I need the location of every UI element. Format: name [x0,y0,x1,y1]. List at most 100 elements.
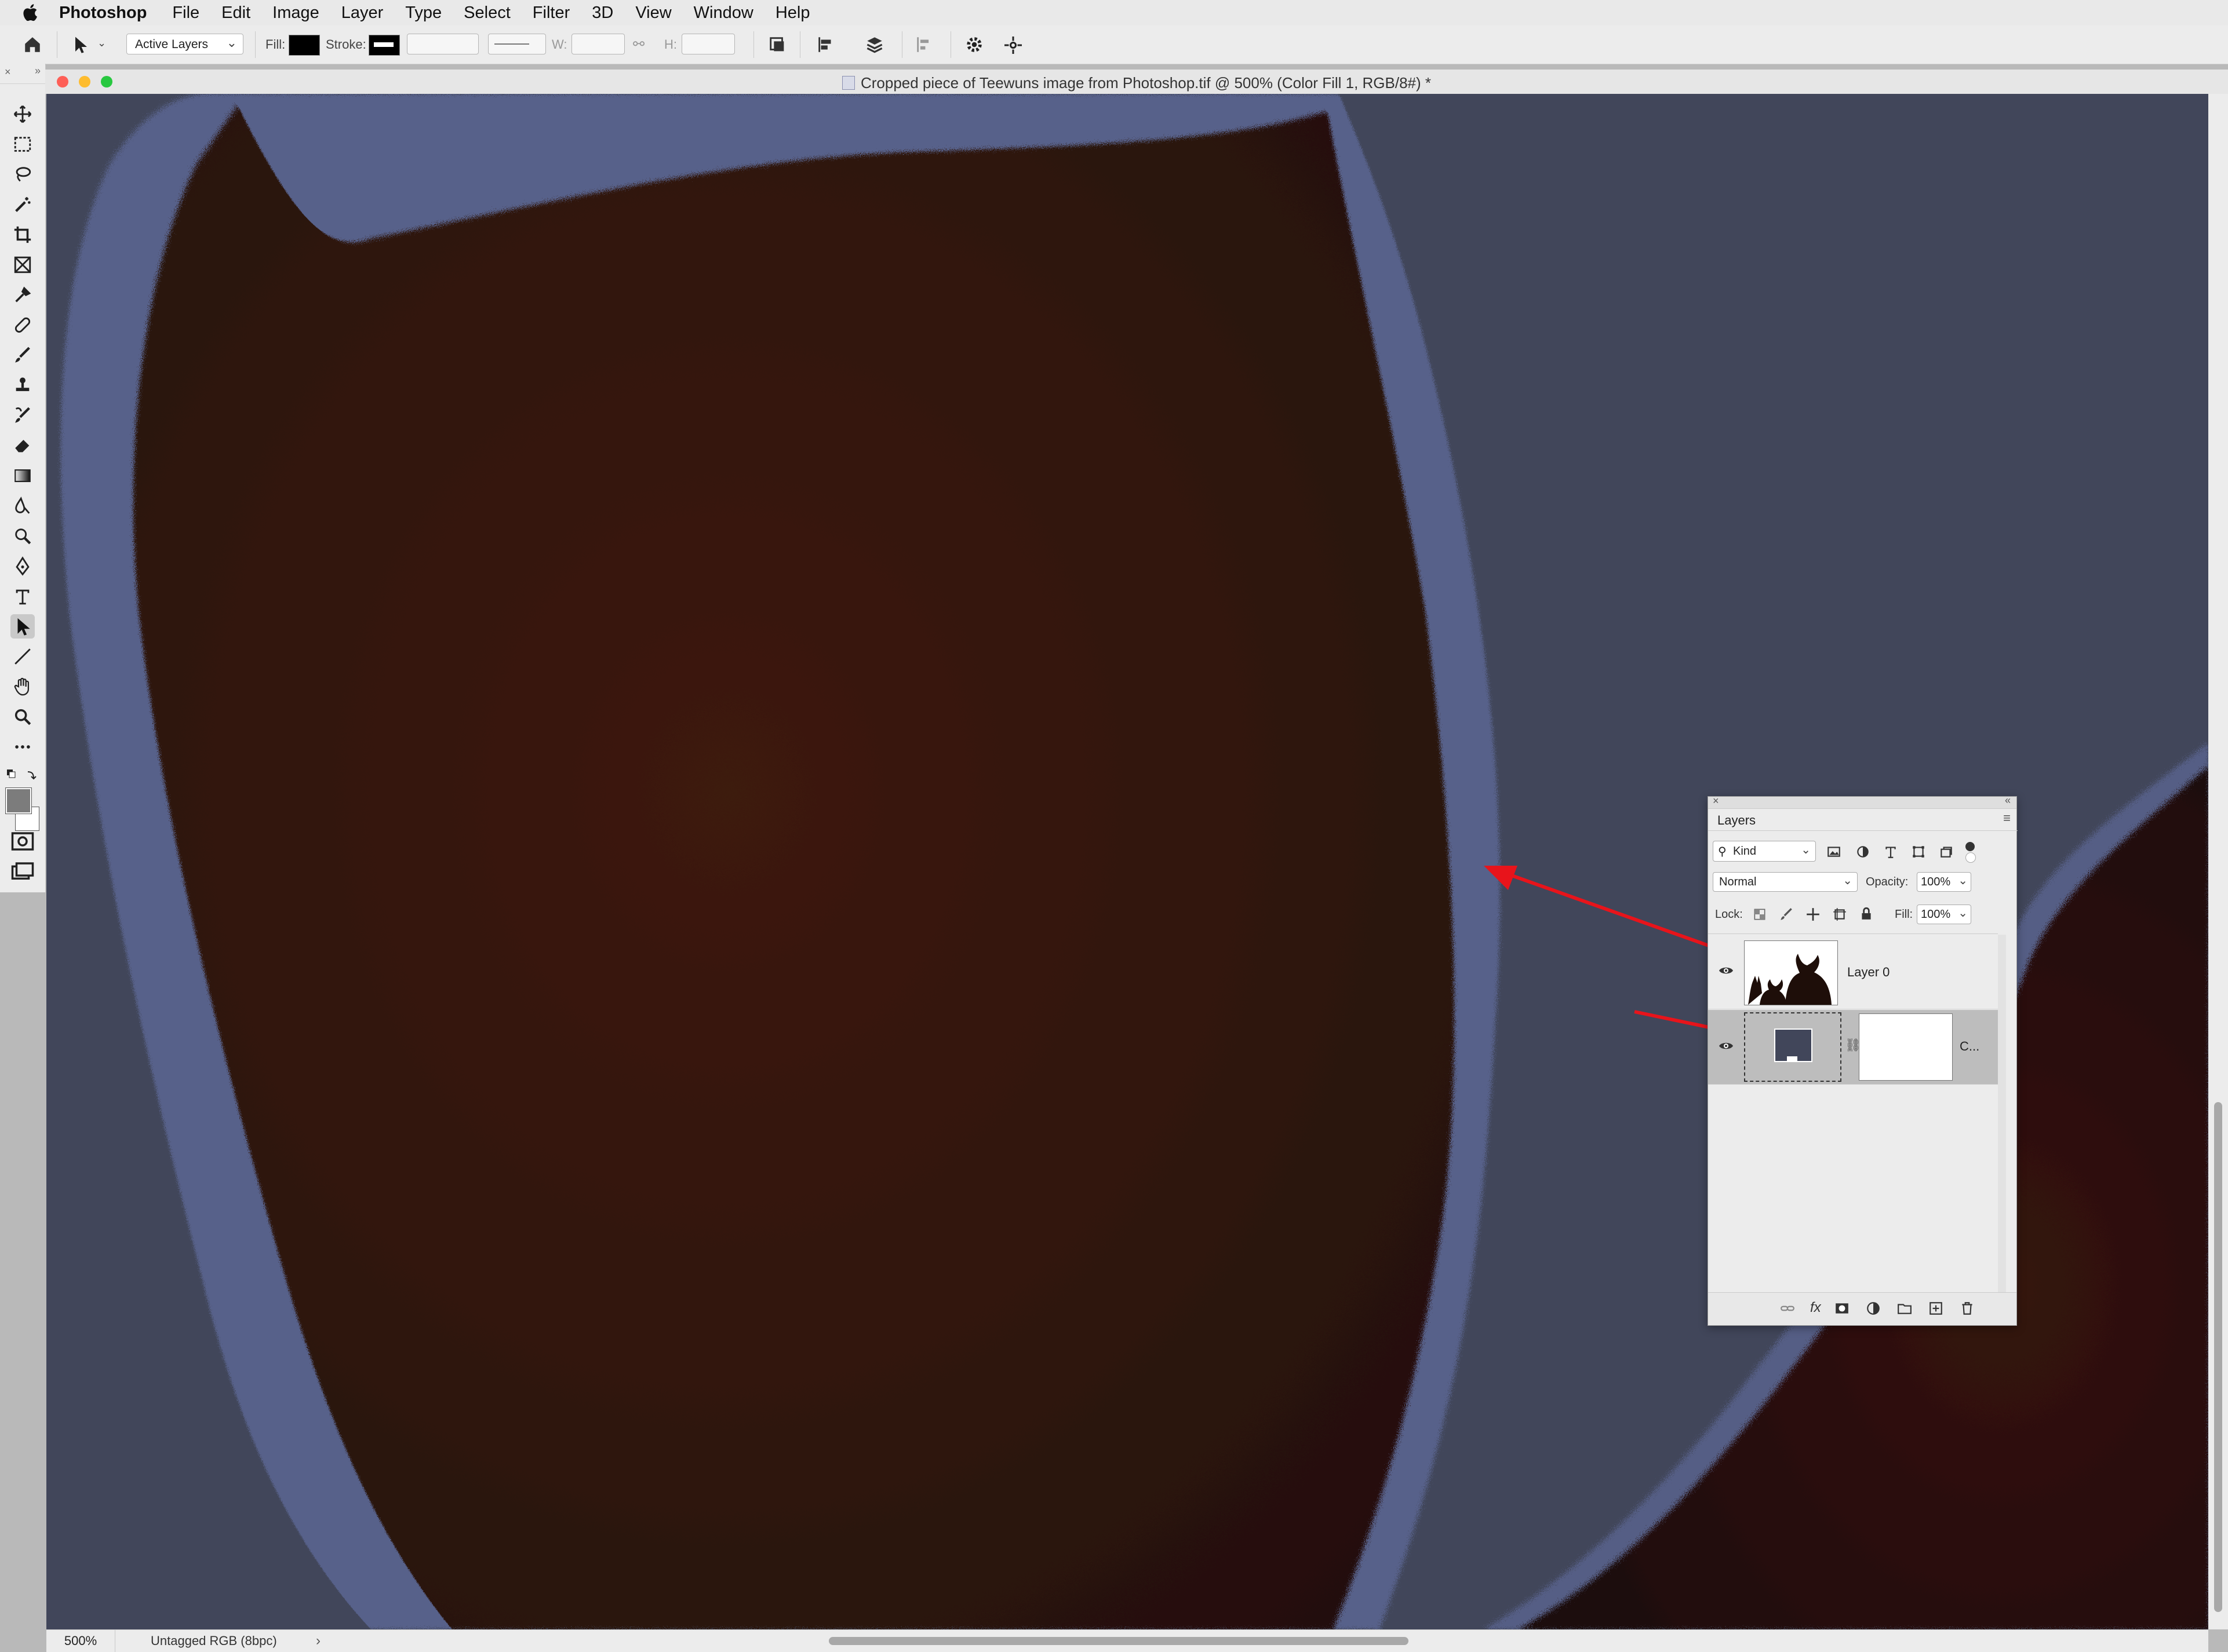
path-selection-tool[interactable] [10,614,35,639]
menu-filter[interactable]: Filter [533,3,570,23]
dodge-tool[interactable] [10,524,35,548]
opacity-input[interactable]: 100% ⌄ [1917,872,1971,892]
marquee-tool[interactable] [10,132,35,156]
lock-transparent-icon[interactable] [1752,907,1767,922]
layers-tab[interactable]: Layers ≡ [1708,808,2018,831]
link-layers-icon[interactable] [1780,1301,1795,1316]
path-arrangement-icon[interactable] [864,34,886,56]
fill-swatch[interactable] [289,35,320,56]
lasso-tool[interactable] [10,162,35,187]
vertical-scroll-thumb[interactable] [2214,1102,2222,1612]
filter-toggle-icon[interactable] [1965,842,1975,851]
pen-tool[interactable] [10,554,35,578]
fill-input[interactable]: 100% ⌄ [1917,905,1971,924]
stroke-style-select[interactable] [488,34,546,54]
eyedropper-tool[interactable] [10,283,35,307]
close-icon[interactable]: × [5,66,11,78]
path-select-tool-icon[interactable] [71,35,89,54]
new-group-icon[interactable] [1897,1301,1912,1316]
menu-view[interactable]: View [635,3,671,23]
magic-wand-tool[interactable] [10,192,35,217]
move-tool[interactable] [10,102,35,126]
width-input[interactable] [571,34,625,54]
home-icon[interactable] [22,35,43,54]
fx-icon[interactable]: fx [1810,1300,1821,1316]
move-3d-icon[interactable] [1003,35,1024,56]
new-layer-icon[interactable] [1928,1301,1943,1316]
menu-3d[interactable]: 3D [592,3,613,23]
menu-image[interactable]: Image [272,3,319,23]
menu-window[interactable]: Window [694,3,753,23]
menu-type[interactable]: Type [405,3,442,23]
eraser-tool[interactable] [10,433,35,458]
close-icon[interactable]: × [1713,795,1719,807]
align-edges-icon[interactable] [915,35,934,54]
hand-tool[interactable] [10,674,35,699]
line-tool[interactable] [10,644,35,669]
vertical-scrollbar[interactable] [2208,94,2228,1629]
menu-file[interactable]: File [172,3,199,23]
blend-mode-select[interactable]: Normal ⌄ [1713,872,1858,892]
healing-tool[interactable] [10,313,35,337]
collapse-icon[interactable]: « [2005,794,2011,807]
foreground-color-swatch[interactable] [5,787,32,814]
menu-app-name[interactable]: Photoshop [59,3,147,23]
lock-position-icon[interactable] [1805,907,1821,922]
fill-layer-thumbnail-frame[interactable] [1744,1012,1841,1082]
status-expand-arrow[interactable]: › [316,1630,321,1652]
stroke-width-input[interactable] [407,34,479,54]
tools-panel-header[interactable]: × » [0,64,45,84]
type-tool[interactable] [10,584,35,608]
new-adjustment-layer-icon[interactable] [1866,1301,1881,1316]
layer-mask-thumbnail[interactable] [1859,1013,1953,1081]
lock-pixels-icon[interactable] [1779,907,1794,922]
frame-tool[interactable] [10,253,35,277]
zoom-level[interactable]: 500% [46,1630,115,1652]
quick-mask-icon[interactable] [10,831,35,852]
horizontal-scroll-thumb[interactable] [829,1637,1408,1645]
collapse-icon[interactable]: » [35,65,41,77]
screen-mode-icon[interactable] [10,861,35,882]
active-layers-select[interactable]: Active Layers ⌄ [126,34,243,54]
panel-menu-icon[interactable]: ≡ [2003,811,2011,826]
path-alignment-icon[interactable] [816,35,836,54]
link-wh-icon[interactable]: ⚯ [633,36,645,53]
gear-icon[interactable] [964,35,984,54]
more-tools[interactable] [10,735,35,759]
stroke-swatch[interactable] [369,35,400,56]
lock-artboard-icon[interactable] [1832,907,1847,922]
menu-help[interactable]: Help [776,3,810,23]
filter-type-icon[interactable] [1883,844,1898,859]
delete-layer-icon[interactable] [1960,1301,1975,1316]
height-input[interactable] [682,34,735,54]
brush-tool[interactable] [10,343,35,367]
zoom-tool[interactable] [10,705,35,729]
apple-icon[interactable] [20,2,42,24]
eye-icon[interactable] [1719,965,1734,976]
layer-name[interactable]: Layer 0 [1847,965,1890,980]
filter-pixel-icon[interactable] [1826,844,1841,859]
layer-row-color-fill[interactable]: ⛓ C... [1708,1010,1998,1085]
menu-select[interactable]: Select [464,3,511,23]
filter-shape-icon[interactable] [1911,844,1926,859]
history-brush-tool[interactable] [10,403,35,428]
path-operations-icon[interactable] [767,35,787,54]
layer-row-layer-0[interactable]: Layer 0 [1708,935,1998,1009]
layer-name[interactable]: C... [1960,1039,1979,1054]
crop-tool[interactable] [10,223,35,247]
gradient-tool[interactable] [10,464,35,488]
menu-edit[interactable]: Edit [221,3,250,23]
filter-adjustment-icon[interactable] [1855,844,1870,859]
blur-tool[interactable] [10,494,35,518]
layers-panel-titlebar[interactable]: × « [1708,794,2016,809]
eye-icon[interactable] [1719,1040,1734,1052]
lock-all-icon[interactable] [1859,906,1874,922]
add-mask-icon[interactable] [1834,1301,1850,1316]
default-swap-colors-icon[interactable] [6,767,38,785]
document-title-bar[interactable]: Cropped piece of Teewuns image from Phot… [45,70,2228,94]
tool-preset-chevron-icon[interactable]: ⌄ [97,37,106,49]
stamp-tool[interactable] [10,373,35,397]
menu-layer[interactable]: Layer [341,3,384,23]
filter-smart-object-icon[interactable] [1939,844,1954,859]
layers-list-scrollbar[interactable] [1998,935,2006,1294]
